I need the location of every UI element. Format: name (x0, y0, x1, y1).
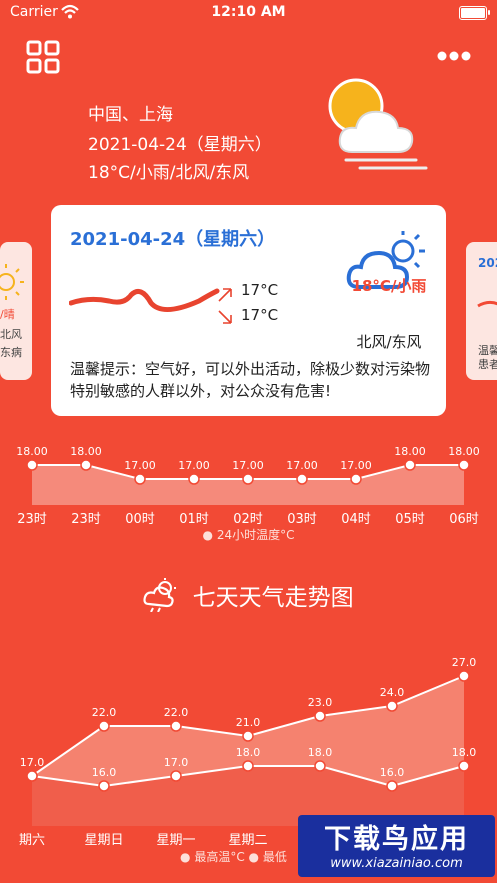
hourly-value-label: 18.00 (16, 445, 48, 458)
hourly-legend-label: 24小时温度°C (216, 528, 295, 542)
card-temp-low: 17°C (241, 306, 279, 324)
low-temp-label: 18.0 (236, 746, 261, 759)
day-label: 期六 (19, 833, 45, 848)
seven-day-legend: ● 最高温°C ● 最低 (180, 848, 287, 865)
high-temp-point (98, 720, 110, 732)
side-left-line-2: 北风 (0, 328, 22, 341)
legend-dot-icon: ● (202, 528, 213, 542)
legend-high-label: 最高温°C (194, 850, 245, 864)
high-temp-point (314, 710, 326, 722)
hourly-time-label: 01时 (179, 512, 209, 525)
hourly-value-label: 18.00 (394, 445, 426, 458)
location-summary: 18°C/小雨/北风/东风 (88, 163, 250, 183)
hourly-point (296, 473, 308, 485)
hourly-time-label: 23时 (17, 512, 47, 525)
hourly-point (26, 459, 38, 471)
hourly-point (458, 459, 470, 471)
temperature-trend-icon (69, 288, 232, 324)
seven-day-title: 七天天气走势图 (192, 585, 354, 611)
hourly-point (242, 473, 254, 485)
legend-high-dot-icon: ● (180, 850, 191, 864)
low-temp-point (458, 760, 470, 772)
grid-menu-icon[interactable] (26, 40, 60, 74)
card-weather: 18°C/小雨 (351, 277, 427, 295)
side-left-line-3: 东病 (0, 346, 22, 359)
low-temp-label: 16.0 (380, 766, 405, 779)
high-temp-label: 21.0 (236, 716, 261, 729)
low-temp-point (98, 780, 110, 792)
weather-trend-icon (143, 578, 177, 612)
side-card-left[interactable]: /晴 北风 东病 (0, 242, 32, 380)
sun-cloud-icon (328, 78, 428, 170)
hourly-point (188, 473, 200, 485)
side-right-line-3: 患者 (478, 358, 497, 371)
hourly-point (80, 459, 92, 471)
watermark-url: www.xiazainiao.com (330, 856, 463, 871)
hourly-time-label: 04时 (341, 512, 371, 525)
low-temp-label: 18.0 (308, 746, 333, 759)
location-date: 2021-04-24（星期六） (88, 135, 272, 155)
hourly-legend: ● 24小时温度°C (0, 526, 497, 543)
low-temp-point (242, 760, 254, 772)
high-temp-label: 27.0 (452, 656, 477, 669)
hourly-value-label: 17.00 (232, 459, 264, 472)
high-temp-label: 22.0 (92, 706, 117, 719)
watermark-badge: 下载鸟应用 www.xiazainiao.com (298, 815, 495, 877)
hourly-value-label: 17.00 (286, 459, 318, 472)
hourly-point (134, 473, 146, 485)
card-temp-high: 17°C (241, 281, 279, 299)
location-name: 中国、上海 (88, 105, 173, 125)
seven-day-title-row: 七天天气走势图 (0, 578, 497, 612)
watermark-title: 下载鸟应用 (324, 824, 469, 855)
high-temp-point (242, 730, 254, 742)
battery-icon (459, 6, 490, 20)
high-temp-label: 17.0 (20, 756, 45, 769)
hourly-point (404, 459, 416, 471)
high-temp-label: 24.0 (380, 686, 405, 699)
temp-curve-icon (477, 300, 497, 308)
card-wind: 北风/东风 (356, 333, 422, 351)
card-date: 2021-04-24（星期六） (70, 229, 276, 250)
side-right-line-1: 202 (478, 256, 497, 270)
sun-icon (0, 264, 24, 300)
hourly-value-label: 17.00 (124, 459, 156, 472)
low-temp-point (170, 770, 182, 782)
hourly-time-label: 06时 (449, 512, 479, 525)
low-temp-label: 17.0 (164, 756, 189, 769)
high-temp-point (458, 670, 470, 682)
low-temp-point (314, 760, 326, 772)
hourly-value-label: 17.00 (340, 459, 372, 472)
low-temp-label: 16.0 (92, 766, 117, 779)
hourly-value-label: 18.00 (70, 445, 102, 458)
legend-low-dot-icon: ● (248, 850, 260, 864)
low-temp-label: 18.0 (452, 746, 477, 759)
hourly-value-label: 17.00 (178, 459, 210, 472)
day-label: 星期日 (84, 833, 123, 848)
high-temp-point (170, 720, 182, 732)
side-left-line-1: /晴 (0, 308, 15, 321)
hourly-point (350, 473, 362, 485)
card-tip: 温馨提示：空气好，可以外出活动，除极少数对污染物特别敏感的人群以外，对公众没有危… (70, 360, 431, 400)
hourly-time-label: 23时 (71, 512, 101, 525)
hourly-time-label: 03时 (287, 512, 317, 525)
today-weather-card[interactable]: 2021-04-24（星期六） 17°C 17°C 18°C/小雨 北风/东风 … (51, 205, 446, 416)
legend-low-label: 最低 (262, 850, 287, 864)
more-options-icon[interactable] (435, 48, 475, 64)
low-temp-point (386, 780, 398, 792)
high-temp-label: 23.0 (308, 696, 333, 709)
status-time: 12:10 AM (211, 4, 286, 20)
hourly-time-label: 05时 (395, 512, 425, 525)
day-label: 星期二 (228, 833, 267, 848)
high-temp-label: 22.0 (164, 706, 189, 719)
day-label: 星期一 (156, 833, 195, 848)
hourly-time-label: 02时 (233, 512, 263, 525)
low-temp-point (26, 770, 38, 782)
high-temp-point (386, 700, 398, 712)
hourly-temperature-chart: 18.00 23时 18.00 23时 17.00 00时 17.00 01时 17.00 02时… (16, 445, 480, 525)
side-card-right[interactable]: 202 温馨 患者 (466, 242, 497, 380)
status-bar: Carrier 12:10 AM (0, 0, 497, 26)
hourly-time-label: 00时 (125, 512, 155, 525)
hourly-value-label: 18.00 (448, 445, 480, 458)
